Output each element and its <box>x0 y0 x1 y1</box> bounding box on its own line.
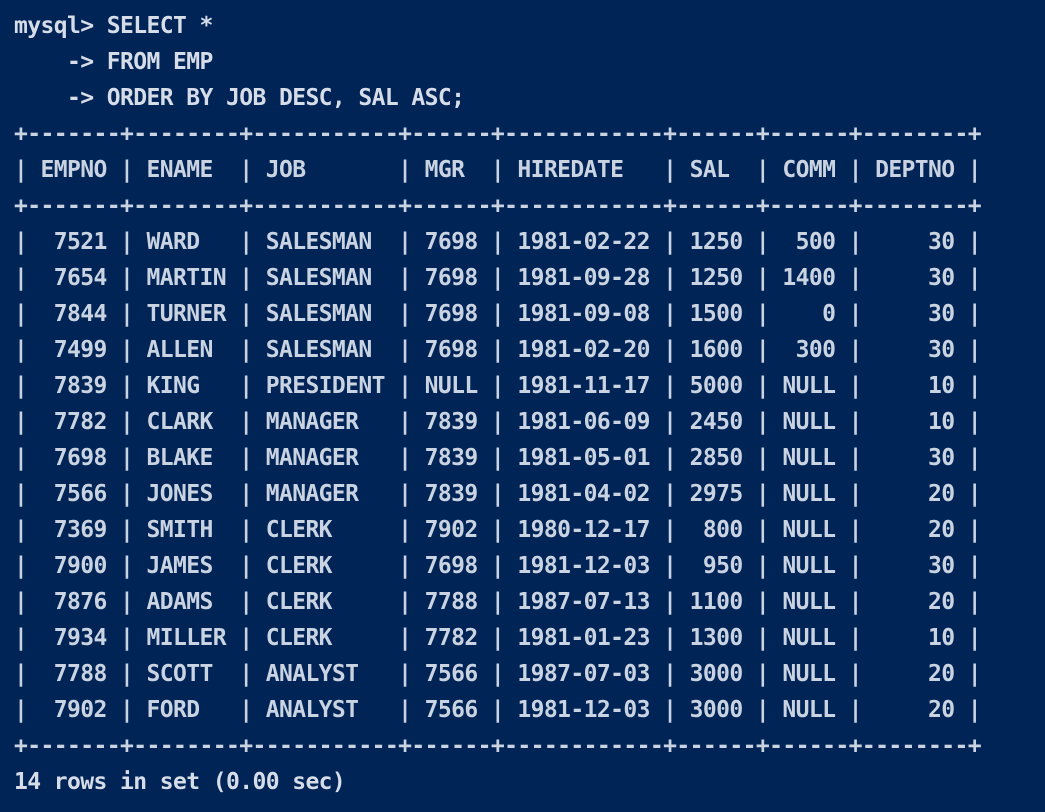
table-row: | 7788 | SCOTT | ANALYST | 7566 | 1987-0… <box>14 661 982 687</box>
table-header-row: | EMPNO | ENAME | JOB | MGR | HIREDATE |… <box>14 157 982 183</box>
table-border-bottom: +-------+--------+-----------+------+---… <box>14 733 982 759</box>
query-line-2: -> FROM EMP <box>14 49 213 75</box>
table-row: | 7900 | JAMES | CLERK | 7698 | 1981-12-… <box>14 553 982 579</box>
mysql-terminal[interactable]: mysql> SELECT * -> FROM EMP -> ORDER BY … <box>0 0 1045 812</box>
status-line: 14 rows in set (0.00 sec) <box>14 769 346 795</box>
table-row: | 7654 | MARTIN | SALESMAN | 7698 | 1981… <box>14 265 982 291</box>
table-row: | 7839 | KING | PRESIDENT | NULL | 1981-… <box>14 373 982 399</box>
table-row: | 7566 | JONES | MANAGER | 7839 | 1981-0… <box>14 481 982 507</box>
table-row: | 7934 | MILLER | CLERK | 7782 | 1981-01… <box>14 625 982 651</box>
table-row: | 7782 | CLARK | MANAGER | 7839 | 1981-0… <box>14 409 982 435</box>
query-line-3: -> ORDER BY JOB DESC, SAL ASC; <box>14 85 465 111</box>
table-border-top: +-------+--------+-----------+------+---… <box>14 121 982 147</box>
query-line-1: mysql> SELECT * <box>14 13 213 39</box>
table-row: | 7521 | WARD | SALESMAN | 7698 | 1981-0… <box>14 229 982 255</box>
table-row: | 7844 | TURNER | SALESMAN | 7698 | 1981… <box>14 301 982 327</box>
table-row: | 7499 | ALLEN | SALESMAN | 7698 | 1981-… <box>14 337 982 363</box>
table-row: | 7902 | FORD | ANALYST | 7566 | 1981-12… <box>14 697 982 723</box>
table-row: | 7369 | SMITH | CLERK | 7902 | 1980-12-… <box>14 517 982 543</box>
table-row: | 7876 | ADAMS | CLERK | 7788 | 1987-07-… <box>14 589 982 615</box>
table-row: | 7698 | BLAKE | MANAGER | 7839 | 1981-0… <box>14 445 982 471</box>
table-border-header: +-------+--------+-----------+------+---… <box>14 193 982 219</box>
